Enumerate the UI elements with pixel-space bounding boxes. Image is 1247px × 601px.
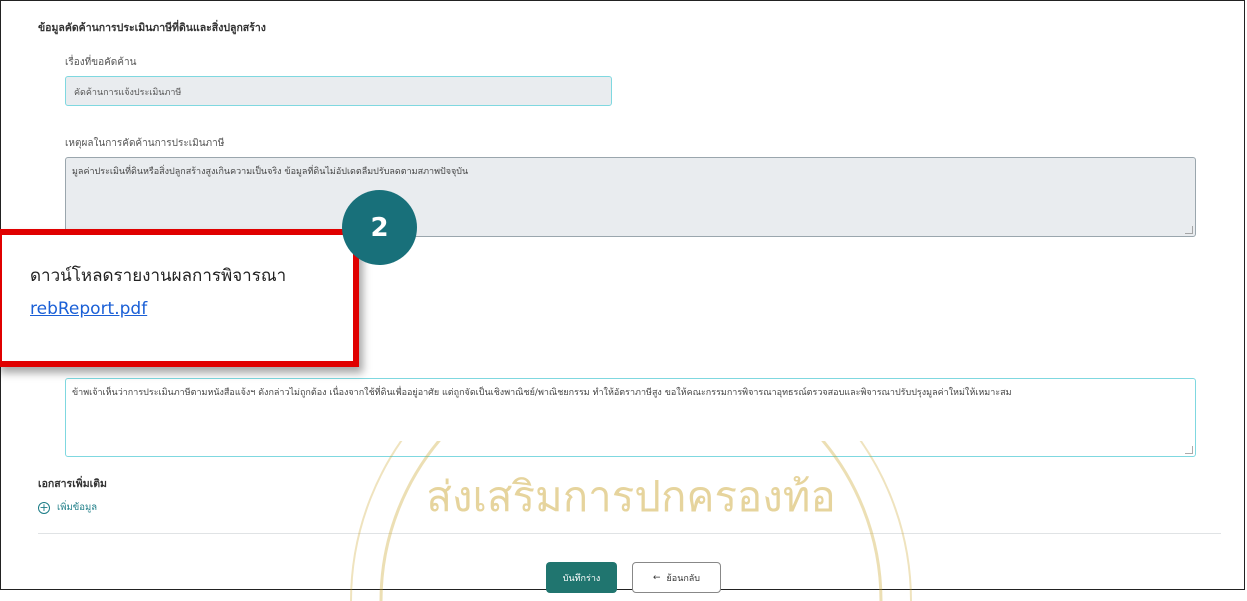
- add-document-link[interactable]: + เพิ่มข้อมูล: [38, 500, 97, 515]
- back-button[interactable]: ← ย้อนกลับ: [632, 562, 721, 593]
- extra-docs-title: เอกสารเพิ่มเติม: [38, 478, 107, 490]
- back-label: ย้อนกลับ: [666, 573, 701, 584]
- report-pdf-link[interactable]: rebReport.pdf: [30, 299, 147, 319]
- reason-label: เหตุผลในการคัดค้านการประเมินภาษี: [65, 138, 225, 149]
- resize-handle-icon[interactable]: [1185, 446, 1193, 454]
- arrow-left-icon: ←: [652, 572, 661, 583]
- save-draft-button[interactable]: บันทึกร่าง: [546, 562, 617, 593]
- download-report-title: ดาวน์โหลดรายงานผลการพิจารณา: [30, 266, 287, 286]
- download-report-callout: ดาวน์โหลดรายงานผลการพิจารณา rebReport.pd…: [0, 229, 359, 367]
- plus-circle-icon: +: [38, 501, 50, 514]
- section-title: ข้อมูลคัดค้านการประเมินภาษีที่ดินและสิ่ง…: [38, 22, 266, 34]
- step-badge: 2: [342, 190, 417, 265]
- save-draft-label: บันทึกร่าง: [562, 573, 601, 584]
- subject-value: คัดค้านการแจ้งประเมินภาษี: [74, 88, 182, 98]
- resize-handle-icon[interactable]: [1185, 226, 1193, 234]
- add-document-label: เพิ่มข้อมูล: [57, 502, 98, 513]
- svg-text:ส่งเสริมการปกครองท้อ: ส่งเสริมการปกครองท้อ: [426, 472, 835, 521]
- reason-value: มูลค่าประเมินที่ดินหรือสิ่งปลูกสร้างสูงเ…: [72, 167, 469, 177]
- reason-textarea[interactable]: มูลค่าประเมินที่ดินหรือสิ่งปลูกสร้างสูงเ…: [65, 157, 1196, 237]
- subject-field[interactable]: คัดค้านการแจ้งประเมินภาษี: [65, 76, 612, 106]
- opinion-value: ข้าพเจ้าเห็นว่าการประเมินภาษีตามหนังสือแ…: [72, 388, 1012, 398]
- watermark-seal: ส่งเสริมการปกครองท้อ: [350, 441, 912, 601]
- subject-label: เรื่องที่ขอคัดค้าน: [65, 57, 137, 68]
